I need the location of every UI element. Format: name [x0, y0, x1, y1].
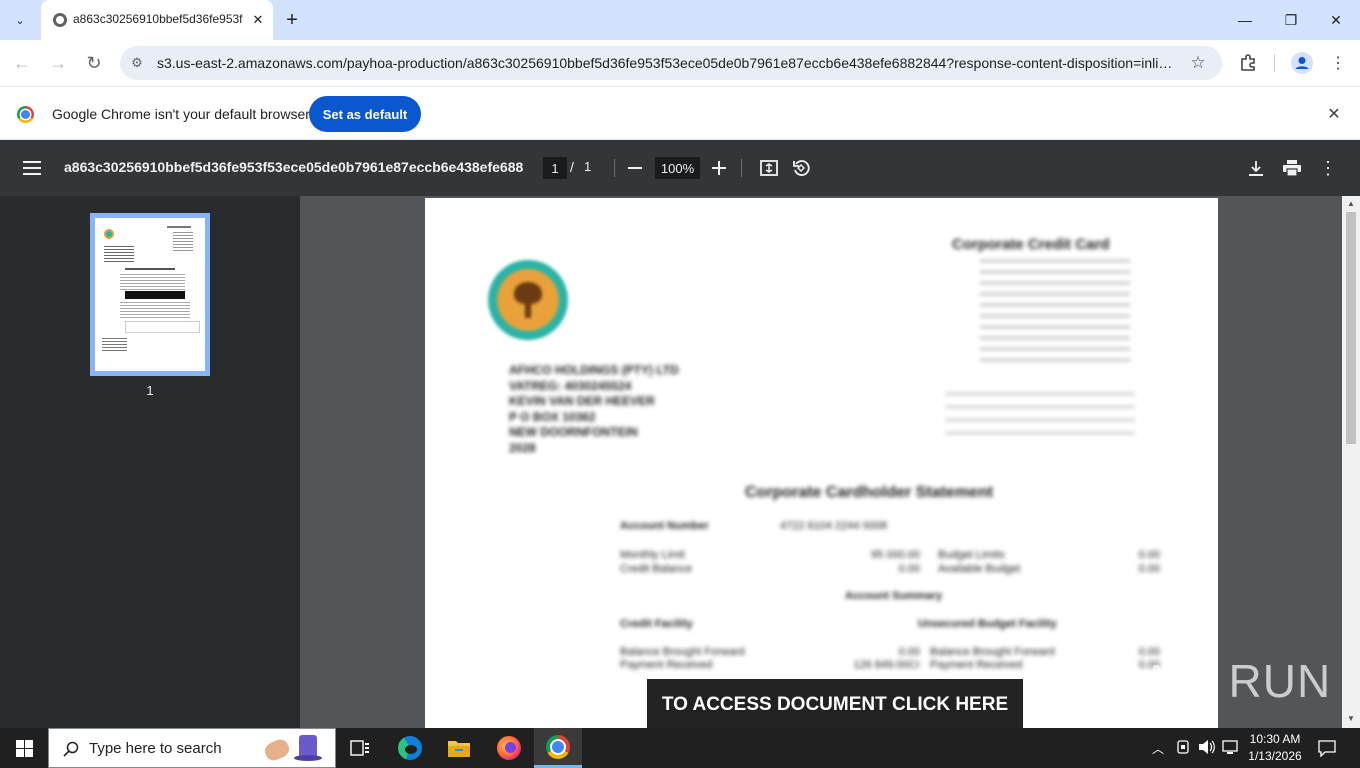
- url-text[interactable]: s3.us-east-2.amazonaws.com/payhoa-produc…: [157, 55, 1177, 73]
- taskbar-clock[interactable]: 10:30 AM 1/13/2026: [1244, 731, 1306, 765]
- clock-time: 10:30 AM: [1249, 732, 1301, 746]
- firefox-icon[interactable]: [485, 728, 533, 768]
- tab-title: a863c30256910bbef5d36fe953f53ece05de0b79…: [73, 12, 243, 26]
- sidebar-menu-icon[interactable]: [20, 156, 44, 180]
- back-arrow-icon[interactable]: ←: [10, 51, 34, 75]
- pdf-title: a863c30256910bbef5d36fe953f53ece05de0b79…: [64, 159, 524, 175]
- statement-title: Corporate Cardholder Statement: [745, 484, 994, 501]
- taskbar-search-box[interactable]: Type here to search: [48, 728, 336, 768]
- tab-search-chevron-icon[interactable]: ⌄: [8, 8, 32, 32]
- edge-icon[interactable]: [386, 728, 434, 768]
- pdf-more-icon[interactable]: ⋮: [1316, 156, 1340, 180]
- fit-to-page-icon[interactable]: [757, 156, 781, 180]
- pdf-page: Corporate Credit Card AFHCO HOLDINGS (PT…: [425, 198, 1218, 728]
- show-hidden-icons-chevron[interactable]: ︿: [1152, 740, 1164, 757]
- pdf-viewer: Corporate Credit Card AFHCO HOLDINGS (PT…: [300, 196, 1342, 728]
- summary-table: Balance Brought Forward 0.00 Balance Broug…: [620, 646, 1160, 671]
- thumbnail-sidebar: 1: [0, 196, 300, 728]
- bookmark-star-icon[interactable]: ☆: [1188, 53, 1208, 73]
- document-header: Corporate Credit Card: [952, 236, 1110, 253]
- access-document-button[interactable]: TO ACCESS DOCUMENT CLICK HERE: [647, 679, 1023, 728]
- page-number-input[interactable]: 1: [543, 157, 567, 179]
- company-logo: [488, 260, 568, 340]
- rotate-icon[interactable]: [789, 156, 813, 180]
- scroll-thumb[interactable]: [1346, 212, 1356, 444]
- network-icon[interactable]: [1222, 739, 1240, 755]
- account-label: Account Number: [620, 520, 709, 532]
- active-tab[interactable]: a863c30256910bbef5d36fe953f53ece05de0b79…: [41, 0, 273, 40]
- new-tab-button[interactable]: +: [282, 10, 302, 30]
- infobar-message: Google Chrome isn't your default browser: [52, 106, 310, 122]
- anyrun-watermark: ANY RUN: [1118, 655, 1332, 707]
- menu-kebab-icon[interactable]: ⋮: [1326, 51, 1350, 75]
- reload-icon[interactable]: ↻: [82, 51, 106, 75]
- zoom-level-input[interactable]: 100%: [655, 157, 700, 179]
- windows-start-icon[interactable]: [0, 728, 48, 768]
- battery-network-icon[interactable]: [1176, 739, 1190, 755]
- page-separator: /: [570, 159, 574, 175]
- download-icon[interactable]: [1244, 156, 1268, 180]
- profile-avatar-icon[interactable]: [1290, 51, 1314, 75]
- credit-facility-label: Credit Facility: [620, 618, 693, 630]
- zoom-out-icon[interactable]: [623, 156, 647, 180]
- contact-details: [980, 260, 1130, 370]
- minimize-button[interactable]: —: [1231, 8, 1259, 32]
- window-close-button[interactable]: ✕: [1322, 8, 1350, 32]
- chrome-taskbar-icon[interactable]: [534, 728, 582, 768]
- page-thumbnail[interactable]: [90, 213, 210, 376]
- extensions-icon[interactable]: [1236, 51, 1260, 75]
- thumbnail-preview: [95, 218, 205, 371]
- chrome-logo-icon: [17, 106, 34, 123]
- windows-taskbar: Type here to search ︿ 10:30 AM 1/13/2026: [0, 728, 1360, 768]
- file-explorer-icon[interactable]: [435, 728, 483, 768]
- budget-facility-label: Unsecured Budget Facility: [918, 618, 1057, 630]
- infobar-close-icon[interactable]: ✕: [1324, 104, 1344, 124]
- toolbar-divider: [741, 159, 742, 177]
- tab-strip: ⌄ a863c30256910bbef5d36fe953f53ece05de0b…: [0, 0, 1360, 40]
- toolbar-divider: [1274, 54, 1275, 72]
- pdf-toolbar: a863c30256910bbef5d36fe953f53ece05de0b79…: [0, 140, 1360, 196]
- set-as-default-button[interactable]: Set as default: [309, 96, 421, 132]
- clock-date: 1/13/2026: [1248, 749, 1302, 763]
- company-address: AFHCO HOLDINGS (PTY) LTD VATREG: 4030245…: [509, 363, 679, 455]
- summary-title: Account Summary: [845, 590, 943, 602]
- thumbnail-page-label: 1: [146, 383, 154, 398]
- account-number: 4722 6104 2244 0008: [780, 520, 888, 532]
- default-browser-infobar: Google Chrome isn't your default browser…: [0, 86, 1360, 140]
- vertical-scrollbar[interactable]: ▲ ▼: [1342, 196, 1360, 728]
- print-icon[interactable]: [1280, 156, 1304, 180]
- search-highlight-illustration: [262, 733, 325, 765]
- browser-toolbar: ← → ↻ ⚙ s3.us-east-2.amazonaws.com/payho…: [0, 40, 1360, 86]
- statement-meta: [945, 393, 1135, 443]
- task-view-icon[interactable]: [336, 728, 384, 768]
- search-placeholder: Type here to search: [89, 740, 222, 757]
- toolbar-divider: [614, 159, 615, 177]
- limits-table: Monthly Limit 95 000.00 Budget Limits 0.00 …: [620, 549, 1160, 575]
- site-info-icon[interactable]: ⚙: [128, 54, 146, 72]
- maximize-button[interactable]: ❐: [1277, 8, 1305, 32]
- page-total: 1: [584, 159, 592, 174]
- notifications-icon[interactable]: [1318, 739, 1336, 758]
- zoom-in-icon[interactable]: [707, 156, 731, 180]
- address-bar[interactable]: ⚙ s3.us-east-2.amazonaws.com/payhoa-prod…: [120, 46, 1222, 80]
- volume-icon[interactable]: [1198, 739, 1216, 755]
- search-icon: [61, 739, 81, 759]
- tab-close-icon[interactable]: ✕: [249, 11, 267, 29]
- globe-icon: [53, 13, 67, 27]
- scroll-up-icon[interactable]: ▲: [1347, 199, 1355, 208]
- scroll-down-icon[interactable]: ▼: [1347, 714, 1355, 723]
- forward-arrow-icon[interactable]: →: [46, 51, 70, 75]
